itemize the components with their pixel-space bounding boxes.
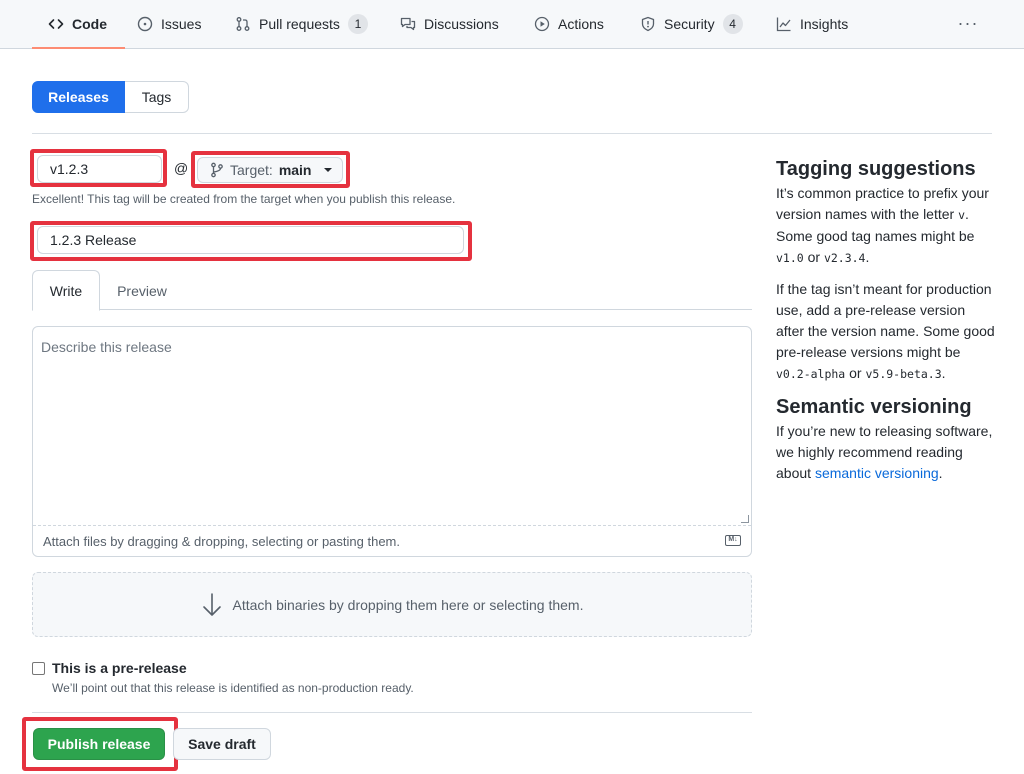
tab-issues-label: Issues	[161, 16, 202, 32]
attach-files-bar[interactable]: Attach files by dragging & dropping, sel…	[33, 525, 751, 556]
pull-requests-count: 1	[347, 14, 368, 34]
prerelease-note: We’ll point out that this release is ide…	[52, 681, 414, 695]
tab-pull-requests[interactable]: Pull requests 1	[235, 0, 368, 48]
more-options-icon[interactable]: ···	[957, 12, 979, 34]
tagging-paragraph-2: If the tag isn’t meant for production us…	[776, 281, 995, 381]
tagging-suggestions-title: Tagging suggestions	[776, 158, 976, 180]
issue-icon	[137, 16, 153, 32]
tab-actions[interactable]: Actions	[534, 0, 604, 48]
semver-paragraph: If you’re new to releasing software, we …	[776, 423, 993, 481]
release-title-input[interactable]: 1.2.3 Release	[37, 226, 464, 254]
pull-request-icon	[235, 16, 251, 32]
attach-files-text: Attach files by dragging & dropping, sel…	[43, 534, 400, 549]
shield-icon	[640, 16, 656, 32]
save-draft-button[interactable]: Save draft	[173, 728, 271, 760]
chevron-down-icon	[323, 168, 332, 172]
section-divider	[32, 133, 992, 134]
tag-note: Excellent! This tag will be created from…	[32, 192, 456, 206]
markdown-icon: M↓	[725, 535, 741, 546]
repo-nav: Code Issues Pull requests 1 Discussions …	[0, 0, 1024, 49]
tab-discussions-label: Discussions	[424, 16, 499, 32]
at-symbol: @	[174, 160, 189, 176]
tab-actions-label: Actions	[558, 16, 604, 32]
actions-divider	[32, 712, 752, 713]
semantic-versioning-link[interactable]: semantic versioning	[815, 465, 939, 481]
releases-button[interactable]: Releases	[32, 81, 125, 113]
resize-handle[interactable]	[741, 515, 749, 523]
tab-security[interactable]: Security 4	[640, 0, 743, 48]
tab-insights[interactable]: Insights	[776, 0, 848, 48]
tab-code[interactable]: Code	[32, 0, 125, 49]
prerelease-label[interactable]: This is a pre-release	[52, 660, 187, 676]
graph-icon	[776, 16, 792, 32]
tab-security-label: Security	[664, 16, 715, 32]
play-icon	[534, 16, 550, 32]
semantic-versioning-title: Semantic versioning	[776, 396, 972, 418]
editor-tabs: Write Preview	[32, 270, 752, 311]
body-placeholder: Describe this release	[41, 339, 172, 355]
security-count: 4	[722, 14, 743, 34]
binaries-dropzone[interactable]: Attach binaries by dropping them here or…	[32, 572, 752, 637]
tab-issues[interactable]: Issues	[137, 0, 201, 48]
tags-button[interactable]: Tags	[125, 81, 189, 113]
code-icon	[48, 16, 64, 32]
target-branch-dropdown[interactable]: Target: main	[197, 157, 343, 183]
publish-release-button[interactable]: Publish release	[33, 728, 165, 760]
release-body-editor[interactable]: Describe this release Attach files by dr…	[32, 326, 752, 557]
attach-binaries-text: Attach binaries by dropping them here or…	[232, 596, 584, 613]
tag-input[interactable]: v1.2.3	[37, 155, 162, 183]
tab-discussions[interactable]: Discussions	[400, 0, 499, 48]
discussion-icon	[400, 16, 416, 32]
arrow-down-icon	[201, 592, 223, 618]
releases-tags-switch: Releases Tags	[32, 81, 189, 113]
sidebar-help: Tagging suggestions It’s common practice…	[776, 157, 996, 494]
tab-code-label: Code	[72, 16, 107, 32]
tab-preview[interactable]: Preview	[112, 270, 172, 311]
tab-write[interactable]: Write	[32, 270, 100, 311]
tab-insights-label: Insights	[800, 16, 849, 32]
target-label: Target:	[230, 162, 273, 178]
target-branch-value: main	[278, 162, 312, 178]
prerelease-checkbox[interactable]	[32, 662, 45, 675]
tab-pull-requests-label: Pull requests	[259, 16, 340, 32]
tagging-paragraph-1: It’s common practice to prefix your vers…	[776, 185, 989, 265]
branch-icon	[210, 162, 224, 178]
